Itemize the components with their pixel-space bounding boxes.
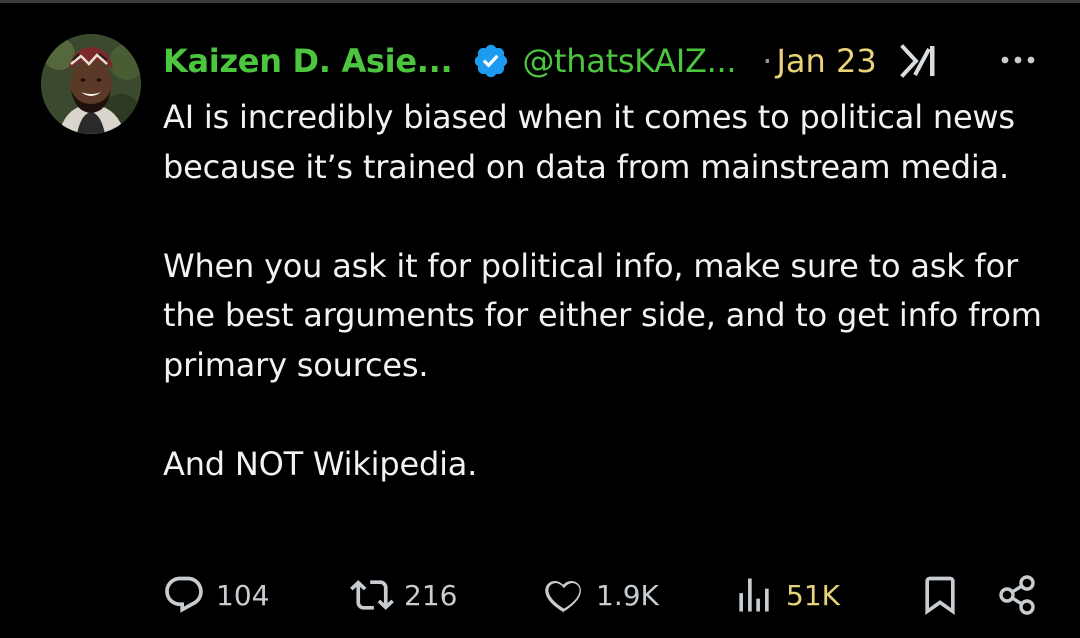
author-handle[interactable]: @thatsKAIZ... (522, 42, 736, 80)
header-separator: · (762, 42, 773, 80)
reply-icon (165, 576, 203, 613)
tweet-text: AI is incredibly biased when it comes to… (163, 93, 1043, 490)
author-name[interactable]: Kaizen D. Asie... (163, 42, 453, 80)
bookmark-icon (925, 576, 955, 616)
avatar[interactable] (41, 34, 141, 134)
heart-icon (545, 581, 581, 613)
xai-grok-icon[interactable] (899, 41, 939, 81)
action-bar: 104 216 1.9K 51K (162, 573, 1042, 617)
like-button[interactable]: 1.9K (542, 573, 659, 617)
repost-count: 216 (404, 578, 458, 612)
views-chart-icon (739, 578, 769, 612)
tweet-paragraph-2: When you ask it for political info, make… (163, 246, 1042, 384)
reply-button[interactable]: 104 (162, 573, 269, 617)
share-icon (999, 575, 1035, 615)
post-date[interactable]: Jan 23 (776, 42, 876, 80)
views-button[interactable]: 51K (732, 573, 840, 617)
like-count: 1.9K (596, 578, 659, 612)
verified-badge-icon (472, 42, 510, 80)
more-icon[interactable] (998, 43, 1038, 77)
tweet-header: Kaizen D. Asie... @thatsKAIZ... · Jan 23 (163, 39, 1043, 83)
repost-button[interactable]: 216 (350, 573, 457, 617)
tweet-paragraph-1: AI is incredibly biased when it comes to… (163, 98, 1015, 186)
bookmark-button[interactable] (918, 573, 962, 617)
repost-icon (350, 580, 394, 610)
tweet[interactable]: Kaizen D. Asie... @thatsKAIZ... · Jan 23… (0, 3, 1080, 638)
share-button[interactable] (996, 573, 1038, 617)
tweet-paragraph-3: And NOT Wikipedia. (163, 445, 478, 484)
reply-count: 104 (216, 578, 270, 612)
view-count: 51K (786, 578, 840, 612)
